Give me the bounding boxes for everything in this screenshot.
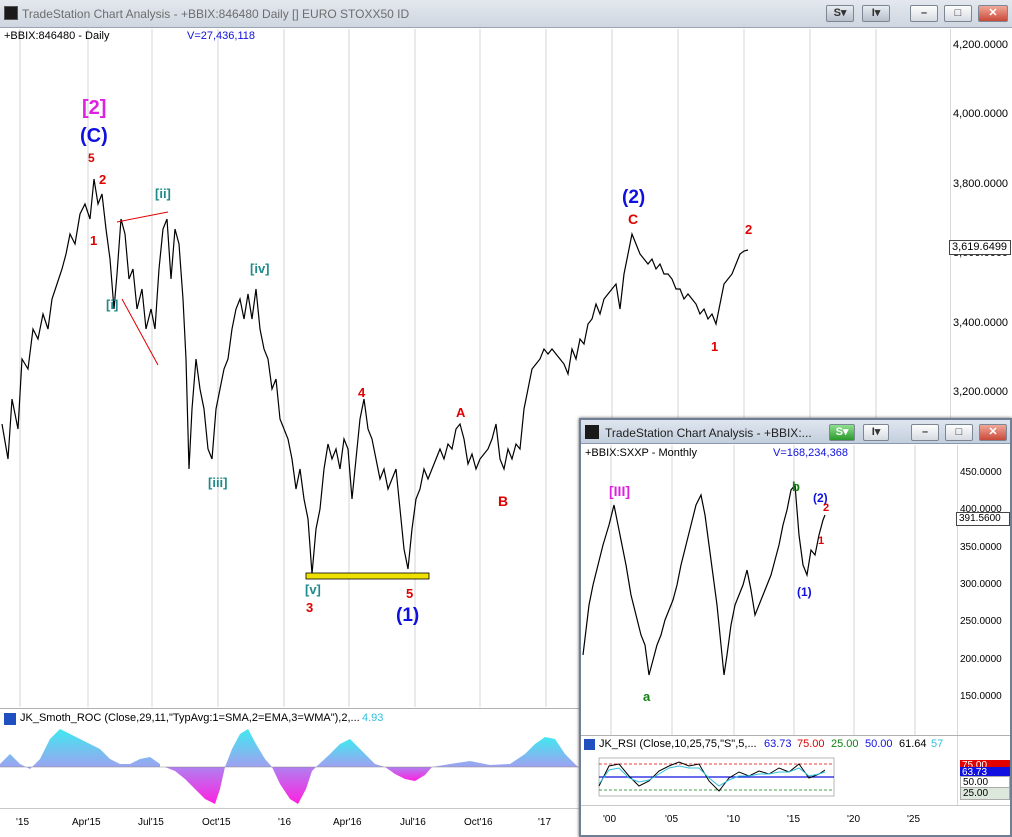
wave-label-i: [i]	[106, 297, 119, 312]
minimize-button[interactable]: –	[910, 5, 938, 22]
inset-price-series	[582, 483, 826, 676]
inset-title: TradeStation Chart Analysis - +BBIX:...	[605, 426, 812, 440]
x-tick: Jul'16	[400, 817, 426, 828]
wave-label-5-top: 5	[88, 151, 95, 165]
inset-wave-label-2: 2	[823, 502, 830, 514]
rsi-axis-25: 25.00	[960, 787, 1010, 800]
wave-label-1-recent: 1	[711, 339, 719, 354]
wave-label-A: A	[456, 405, 466, 420]
x-tick: '15	[16, 817, 30, 828]
wave-label-1-top: 1	[90, 233, 98, 248]
inset-x-tick: '00	[603, 814, 617, 825]
inset-wave-label-b: b	[792, 479, 800, 494]
inset-x-tick: '10	[727, 814, 741, 825]
close-button[interactable]: ✕	[978, 5, 1008, 22]
wave-label-2-paren: (2)	[622, 187, 646, 208]
y-tick: 3,400.0000	[953, 317, 1009, 329]
inset-symbol-label: +BBIX:SXXP - Monthly	[585, 447, 697, 459]
inset-price-chart[interactable]: +BBIX:SXXP - Monthly V=168,234,368 [III]…	[581, 445, 957, 735]
inset-wave-label-1: 1	[818, 535, 825, 547]
inset-price-svg	[582, 445, 916, 735]
inset-y-tick: 300.0000	[960, 579, 1002, 590]
trendline-upper	[116, 211, 169, 223]
inset-time-axis[interactable]: '00 '05 '10 '15 '20 '25	[581, 805, 1010, 835]
wave-label-3-low: 3	[306, 600, 314, 615]
inset-y-tick: 150.0000	[960, 691, 1002, 702]
volume-label: V=27,436,118	[187, 30, 255, 42]
inset-app-icon	[585, 425, 599, 439]
inset-maximize-button[interactable]: □	[945, 424, 973, 441]
inset-wave-label-1-paren: (1)	[797, 585, 812, 599]
inset-x-tick: '20	[847, 814, 861, 825]
inset-x-tick: '05	[665, 814, 679, 825]
inset-insert-i-button[interactable]: I▾	[863, 424, 889, 441]
inset-y-tick: 200.0000	[960, 654, 1002, 665]
wave-label-2-top: 2	[99, 172, 107, 187]
inset-y-tick: 450.0000	[960, 467, 1002, 478]
inset-y-tick: 250.0000	[960, 616, 1002, 627]
wave-label-ii: [ii]	[155, 186, 171, 201]
insert-i-button[interactable]: I▾	[862, 5, 890, 22]
inset-wave-label-III: [III]	[609, 483, 630, 499]
window-titlebar[interactable]: TradeStation Chart Analysis - +BBIX:8464…	[0, 0, 1012, 28]
wave-label-2-bracket: [2]	[82, 97, 107, 119]
wave-label-B: B	[498, 493, 509, 509]
inset-y-tick: 350.0000	[960, 542, 1002, 553]
inset-wave-label-a: a	[643, 689, 651, 704]
inset-x-tick: '15	[787, 814, 801, 825]
inset-chart-window[interactable]: TradeStation Chart Analysis - +BBIX:... …	[579, 418, 1012, 837]
inset-minimize-button[interactable]: –	[911, 424, 939, 441]
rsi-plot	[598, 757, 835, 797]
inset-last-price-marker: 391.5600	[956, 512, 1010, 526]
app-icon	[4, 6, 18, 20]
inset-price-axis[interactable]: 450.0000 400.0000 350.0000 300.0000 250.…	[956, 445, 1010, 735]
y-tick: 3,800.0000	[953, 178, 1009, 190]
x-tick: Oct'16	[464, 817, 493, 828]
roc-histogram	[0, 729, 580, 804]
y-tick: 3,200.0000	[953, 386, 1009, 398]
style-s-button[interactable]: S▾	[826, 5, 854, 22]
symbol-label: +BBIX:846480 - Daily	[4, 30, 110, 42]
wave-label-1-paren: (1)	[396, 605, 420, 626]
wave-label-iv: [iv]	[250, 261, 270, 276]
window-title: TradeStation Chart Analysis - +BBIX:8464…	[22, 7, 410, 21]
rsi-axis: 75.00 63.73 50.00 25.00	[957, 736, 1010, 806]
wave-label-5-low: 5	[406, 586, 414, 601]
inset-rsi-panel[interactable]: JK_RSI (Close,10,25,75,"S",5,... 63.73 7…	[581, 735, 1010, 806]
x-tick: Apr'16	[333, 817, 362, 828]
inset-volume-label: V=168,234,368	[773, 447, 848, 459]
wave-label-C-paren: (C)	[80, 125, 108, 147]
x-tick: '17	[538, 817, 552, 828]
inset-titlebar[interactable]: TradeStation Chart Analysis - +BBIX:... …	[581, 420, 1010, 444]
wave-label-2-recent: 2	[745, 222, 753, 237]
wave-label-C: C	[628, 211, 639, 227]
wave-label-iii: [iii]	[208, 475, 228, 490]
x-tick: Oct'15	[202, 817, 231, 828]
inset-close-button[interactable]: ✕	[979, 424, 1007, 441]
wave-label-4: 4	[358, 385, 366, 400]
inset-style-s-button[interactable]: S▾	[829, 424, 855, 441]
y-tick: 4,200.0000	[953, 39, 1009, 51]
y-tick: 4,000.0000	[953, 108, 1009, 120]
wave-label-v: [v]	[305, 582, 321, 597]
maximize-button[interactable]: □	[944, 5, 972, 22]
last-price-marker: 3,619.6499	[949, 240, 1011, 255]
support-zone	[305, 572, 430, 580]
x-tick: Apr'15	[72, 817, 101, 828]
x-tick: '16	[278, 817, 292, 828]
x-tick: Jul'15	[138, 817, 164, 828]
inset-x-tick: '25	[907, 814, 921, 825]
trendline-lower	[121, 298, 159, 366]
